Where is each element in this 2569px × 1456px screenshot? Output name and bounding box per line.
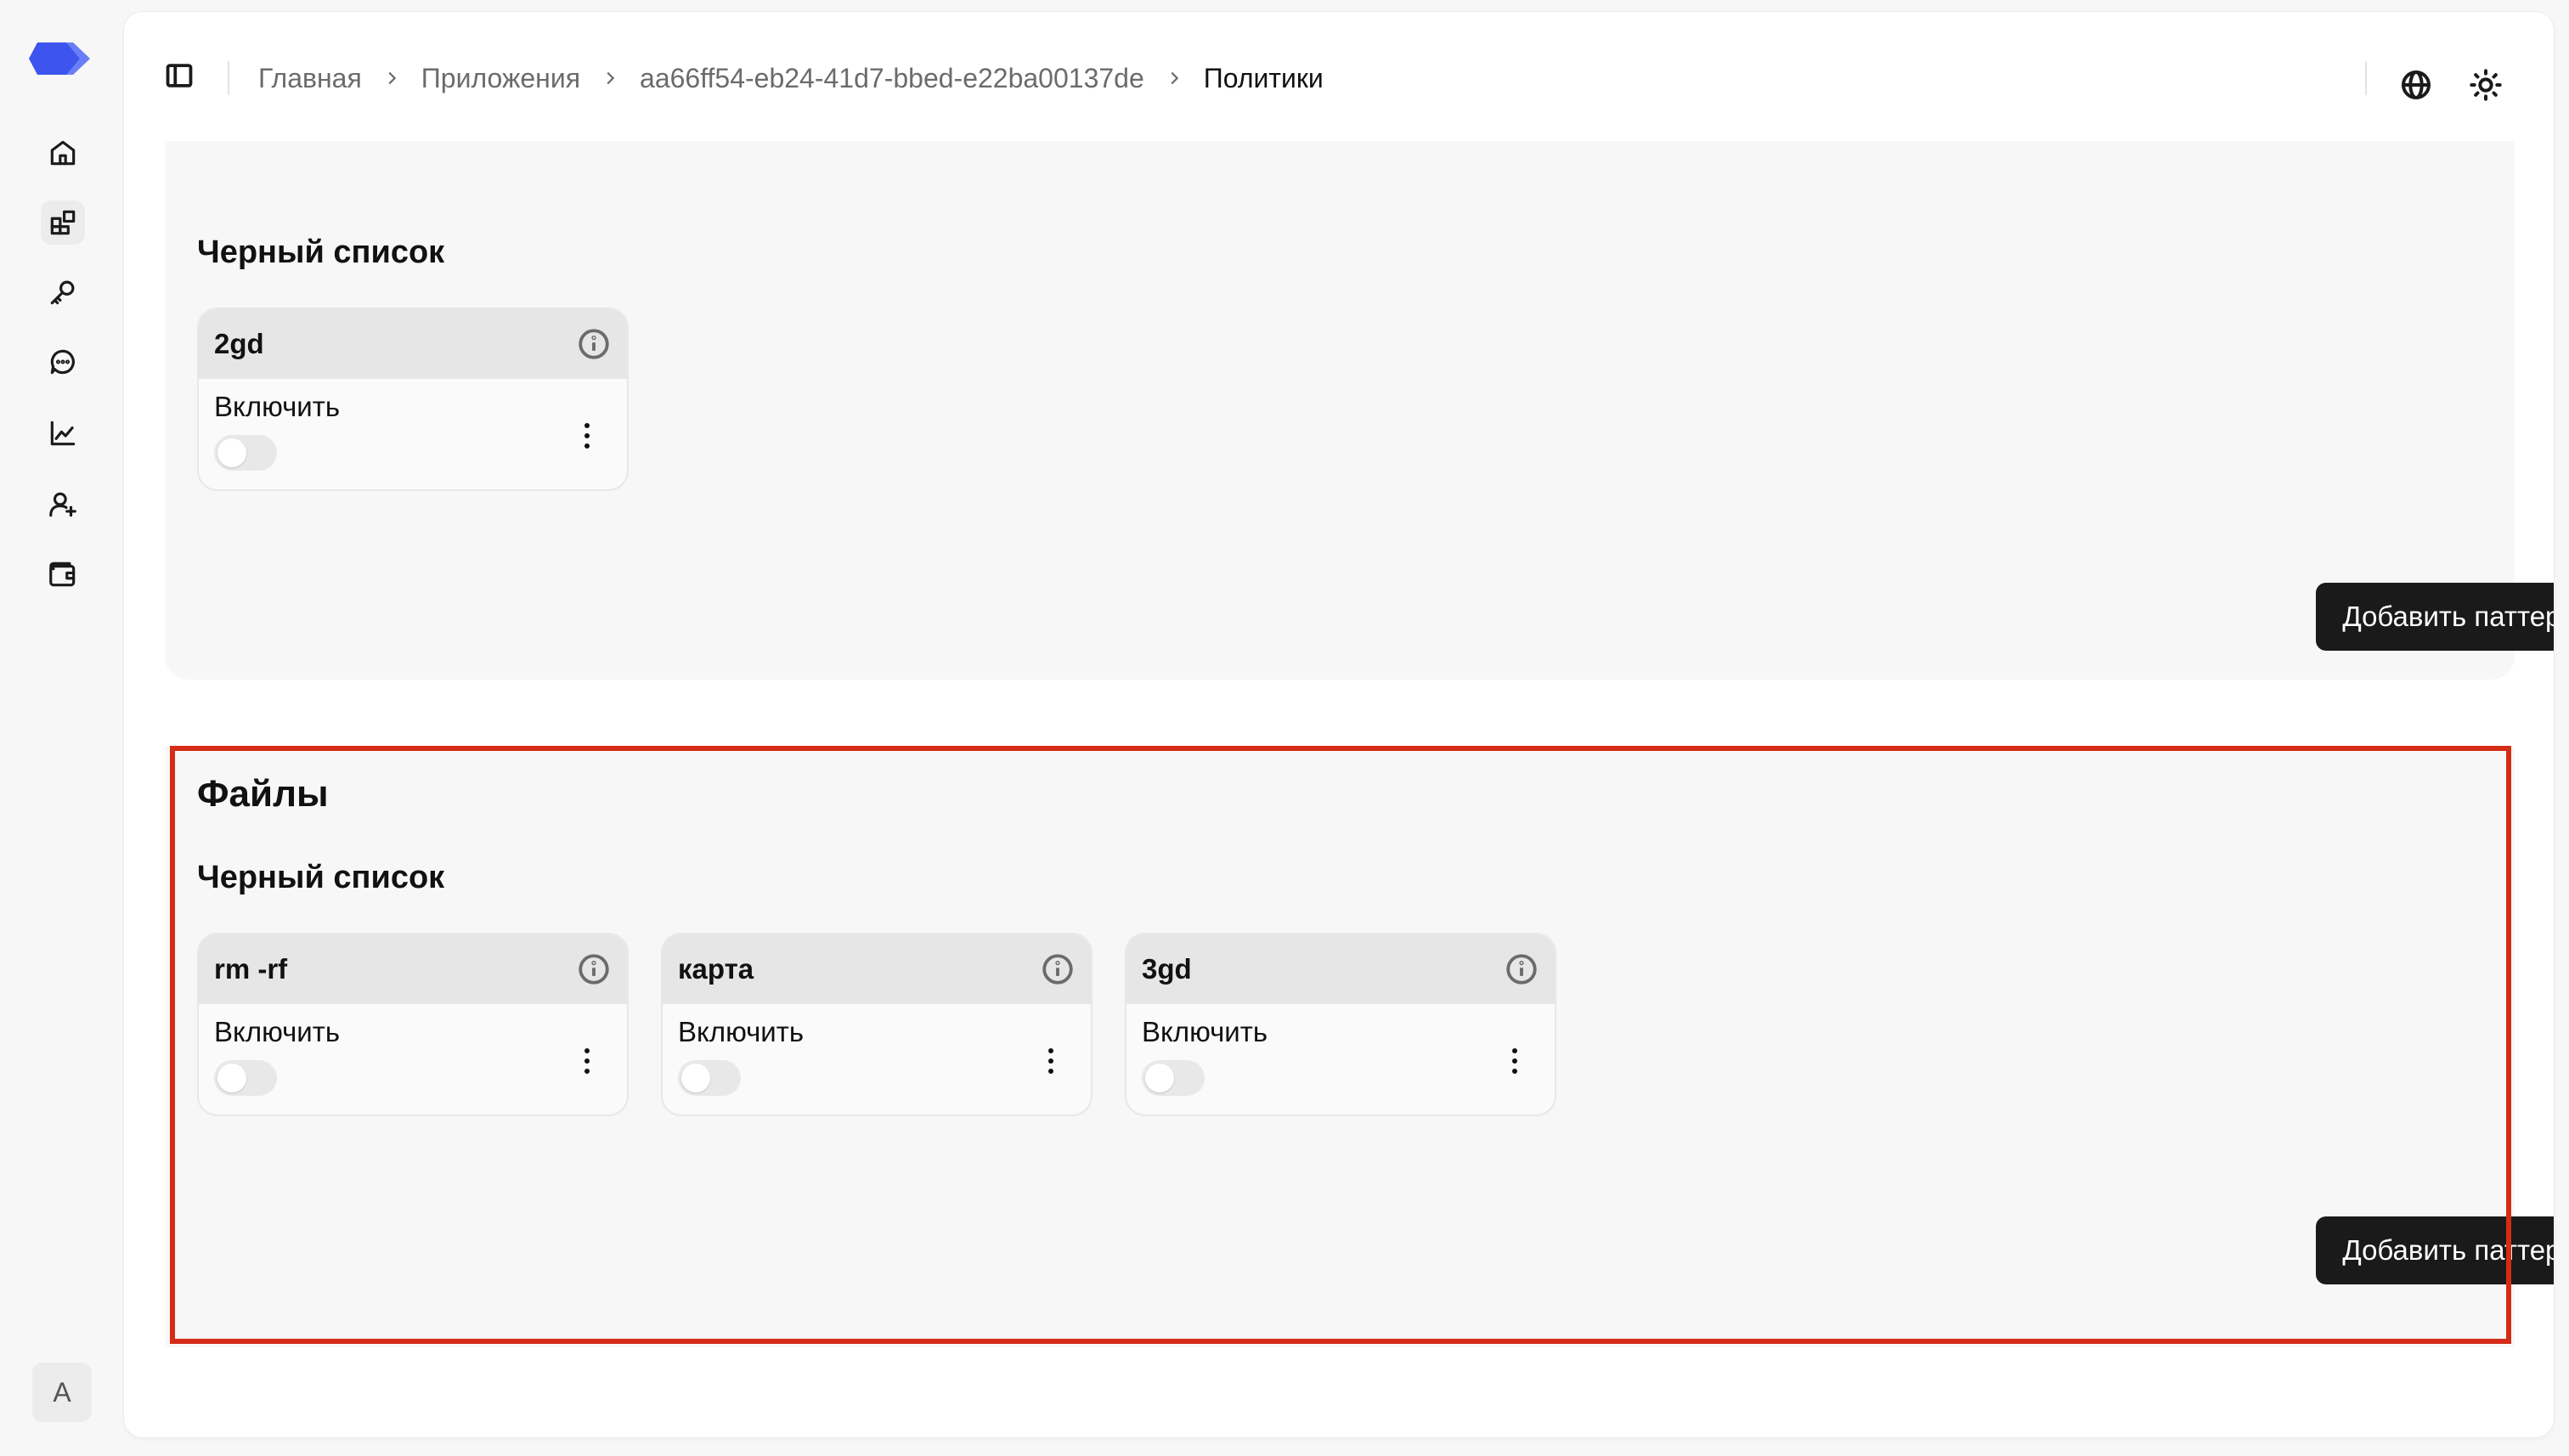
sun-icon — [2470, 69, 2502, 101]
sidebar-item-chat[interactable] — [41, 340, 85, 384]
wallet-icon — [49, 562, 76, 587]
chat-icon — [50, 349, 75, 375]
main-panel: Главная Приложения aa66ff54-eb24-41d7-bb… — [124, 12, 2554, 1437]
user-plus-icon — [49, 492, 76, 517]
breadcrumb: Главная Приложения aa66ff54-eb24-41d7-bb… — [258, 59, 1324, 97]
info-button[interactable] — [576, 326, 612, 362]
breadcrumb-current: Политики — [1203, 62, 1324, 93]
add-pattern-button[interactable]: Добавить паттерн — [2316, 583, 2554, 651]
section-subtitle: Черный список — [197, 234, 445, 270]
breadcrumb-home[interactable]: Главная — [258, 63, 362, 94]
sidebar-item-apps[interactable] — [41, 200, 85, 245]
divider — [2365, 61, 2367, 95]
globe-icon — [2402, 71, 2431, 99]
chevron-right-icon — [388, 71, 397, 85]
sidebar-toggle-icon — [166, 64, 193, 87]
enable-toggle[interactable] — [214, 435, 277, 471]
sidebar-item-keys[interactable] — [41, 270, 85, 314]
more-options-button[interactable] — [578, 423, 596, 457]
pattern-name: 2gd — [214, 328, 264, 359]
key-icon — [50, 280, 75, 305]
chart-icon — [50, 420, 76, 446]
sidebar: A — [0, 0, 124, 1456]
blacklist-section: Черный список 2gd Включить Добавить патт… — [165, 141, 2554, 680]
topbar: Главная Приложения aa66ff54-eb24-41d7-bb… — [124, 12, 2554, 139]
apps-icon — [50, 210, 76, 235]
divider — [228, 61, 229, 95]
sidebar-item-analytics[interactable] — [41, 411, 85, 455]
chevron-right-icon — [1171, 71, 1178, 85]
sidebar-item-home[interactable] — [41, 131, 85, 175]
toggle-label: Включить — [214, 391, 341, 422]
breadcrumb-apps[interactable]: Приложения — [421, 63, 580, 94]
theme-toggle-button[interactable] — [2469, 68, 2503, 102]
card-header: 2gd — [199, 309, 627, 379]
sidebar-toggle-button[interactable] — [163, 59, 200, 97]
pattern-card: 2gd Включить — [197, 308, 629, 491]
sidebar-item-users[interactable] — [41, 483, 85, 527]
logo-icon[interactable] — [29, 39, 93, 78]
breadcrumb-app-id[interactable]: aa66ff54-eb24-41d7-bbed-e22ba00137de — [640, 63, 1144, 94]
avatar[interactable]: A — [32, 1363, 92, 1422]
sidebar-item-billing[interactable] — [41, 552, 85, 596]
highlight-frame — [170, 746, 2511, 1344]
home-icon — [50, 140, 76, 166]
chevron-right-icon — [607, 71, 615, 85]
language-button[interactable] — [2399, 68, 2433, 102]
info-icon — [579, 329, 609, 359]
